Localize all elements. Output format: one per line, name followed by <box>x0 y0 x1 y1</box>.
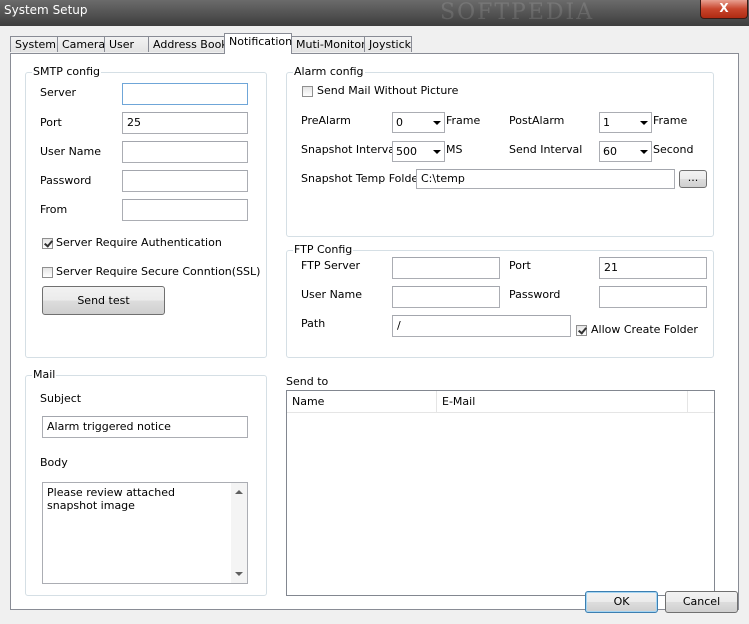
mail-group: Mail Subject Alarm triggered notice Body… <box>25 368 267 596</box>
scroll-up-icon[interactable] <box>235 490 243 494</box>
chevron-down-icon <box>640 150 648 154</box>
server-auth-label: Server Require Authentication <box>56 236 222 249</box>
send-interval-value: 60 <box>603 145 617 158</box>
browse-folder-button[interactable]: ... <box>679 170 707 188</box>
smtp-config-group: SMTP config Server Port 25 User Name Pas… <box>25 65 267 358</box>
postalarm-select[interactable]: 1 <box>599 112 652 133</box>
snapshot-interval-value: 500 <box>396 145 417 158</box>
ok-button[interactable]: OK <box>585 591 658 613</box>
prealarm-value: 0 <box>396 116 403 129</box>
ftp-port-input[interactable]: 21 <box>599 257 707 279</box>
tab-notification[interactable]: Notification <box>224 33 292 54</box>
ftp-path-input[interactable]: / <box>392 315 571 337</box>
tab-label: Joystick <box>369 38 412 51</box>
ftp-path-label: Path <box>301 317 326 330</box>
prealarm-label: PreAlarm <box>301 114 351 127</box>
tab-label: System <box>15 38 57 51</box>
tab-label: Address Book <box>153 38 228 51</box>
server-ssl-checkbox[interactable] <box>42 267 53 278</box>
tab-muti-monitor[interactable]: Muti-Monitor <box>291 36 366 52</box>
postalarm-value: 1 <box>603 116 610 129</box>
ftp-config-group: FTP Config FTP Server Port 21 User Name … <box>286 243 714 358</box>
title-bar: System Setup SOFTPEDIA X <box>0 0 749 26</box>
column-header-name[interactable]: Name <box>287 391 437 412</box>
temp-folder-input[interactable]: C:\temp <box>416 169 675 189</box>
mail-subject-input[interactable]: Alarm triggered notice <box>42 416 248 438</box>
smtp-from-label: From <box>40 203 68 216</box>
chevron-down-icon <box>640 121 648 125</box>
smtp-config-title: SMTP config <box>32 65 101 78</box>
tab-user[interactable]: User <box>104 36 149 52</box>
send-interval-unit: Second <box>653 143 694 156</box>
send-to-list[interactable]: Name E-Mail <box>286 390 715 596</box>
smtp-port-label: Port <box>40 116 62 129</box>
ftp-server-label: FTP Server <box>301 259 361 272</box>
server-ssl-label: Server Require Secure Conntion(SSL) <box>56 265 261 278</box>
scroll-down-icon[interactable] <box>235 572 243 576</box>
postalarm-unit: Frame <box>653 114 688 127</box>
column-header-email[interactable]: E-Mail <box>437 391 688 412</box>
chevron-down-icon <box>433 121 441 125</box>
prealarm-unit: Frame <box>446 114 481 127</box>
alarm-config-group: Alarm config Send Mail Without Picture P… <box>286 65 714 237</box>
tab-label: Camera <box>62 38 106 51</box>
mail-body-textarea[interactable]: Please review attached snapshot image <box>42 482 248 584</box>
watermark-logo: SOFTPEDIA <box>440 0 595 25</box>
notification-panel: SMTP config Server Port 25 User Name Pas… <box>10 53 739 610</box>
allow-create-folder-label: Allow Create Folder <box>591 323 698 336</box>
snapshot-interval-select[interactable]: 500 <box>392 141 445 162</box>
chevron-down-icon <box>433 150 441 154</box>
send-interval-label: Send Interval <box>509 143 583 156</box>
send-to-list-header: Name E-Mail <box>287 391 714 413</box>
smtp-password-label: Password <box>40 174 92 187</box>
smtp-port-input[interactable]: 25 <box>122 112 248 134</box>
smtp-username-input[interactable] <box>122 141 248 163</box>
close-icon: X <box>719 1 729 15</box>
prealarm-select[interactable]: 0 <box>392 112 445 133</box>
ftp-password-input[interactable] <box>599 286 707 308</box>
tab-system[interactable]: System <box>10 36 58 52</box>
mail-body-label: Body <box>40 456 68 469</box>
send-without-picture-checkbox[interactable] <box>302 86 313 97</box>
temp-folder-label: Snapshot Temp Folder <box>301 172 423 185</box>
server-auth-checkbox[interactable] <box>42 238 53 249</box>
tab-joystick[interactable]: Joystick <box>364 36 412 52</box>
mail-subject-label: Subject <box>40 392 82 405</box>
tab-label: User <box>109 38 135 51</box>
tab-camera[interactable]: Camera <box>57 36 105 52</box>
ftp-username-label: User Name <box>301 288 363 301</box>
window-title: System Setup <box>4 3 88 17</box>
alarm-config-title: Alarm config <box>293 65 365 78</box>
smtp-username-label: User Name <box>40 145 102 158</box>
ftp-port-label: Port <box>509 259 531 272</box>
snapshot-interval-label: Snapshot Interval <box>301 143 399 156</box>
tab-label: Muti-Monitor <box>296 38 366 51</box>
snapshot-interval-unit: MS <box>446 143 463 156</box>
send-test-button[interactable]: Send test <box>42 286 165 315</box>
dialog-body: System Camera User Address Book Notifica… <box>0 26 749 624</box>
mail-body-text: Please review attached snapshot image <box>47 486 175 512</box>
send-without-picture-label: Send Mail Without Picture <box>317 84 459 97</box>
allow-create-folder-checkbox[interactable] <box>576 325 587 336</box>
postalarm-label: PostAlarm <box>509 114 565 127</box>
mail-body-scrollbar[interactable] <box>231 483 247 583</box>
cancel-button[interactable]: Cancel <box>665 591 738 613</box>
tab-label: Notification <box>229 35 293 48</box>
tab-address-book[interactable]: Address Book <box>148 36 228 52</box>
send-interval-select[interactable]: 60 <box>599 141 652 162</box>
smtp-server-input[interactable] <box>122 83 248 105</box>
ftp-username-input[interactable] <box>392 286 500 308</box>
smtp-from-input[interactable] <box>122 199 248 221</box>
close-button[interactable]: X <box>700 0 748 19</box>
smtp-password-input[interactable] <box>122 170 248 192</box>
ftp-server-input[interactable] <box>392 257 500 279</box>
send-to-title: Send to <box>286 375 329 388</box>
ftp-password-label: Password <box>509 288 561 301</box>
ftp-config-title: FTP Config <box>293 243 354 256</box>
smtp-server-label: Server <box>40 86 77 99</box>
mail-title: Mail <box>32 368 57 381</box>
